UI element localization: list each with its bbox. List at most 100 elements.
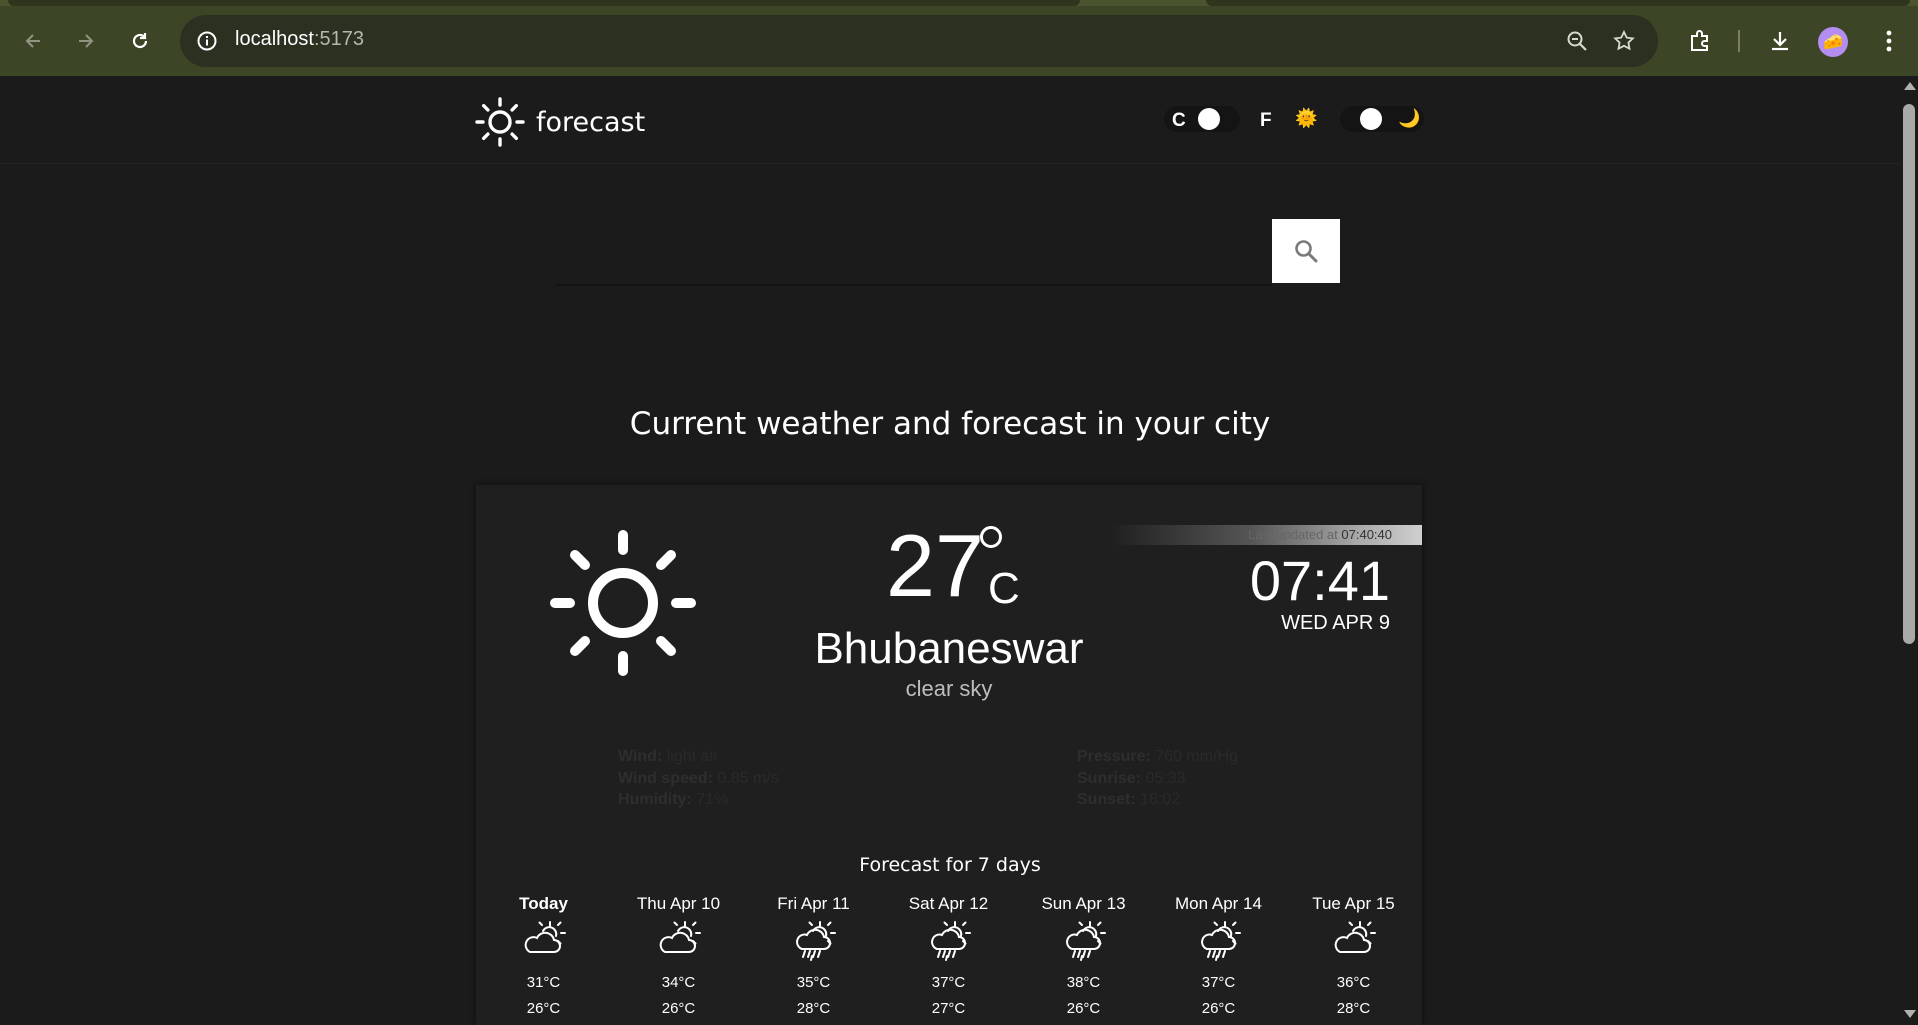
last-updated-time: 07:40:40 <box>1341 527 1392 542</box>
rain-sun-icon <box>881 918 1016 962</box>
forecast-day: Tue Apr 15 36°C 28°C <box>1286 894 1421 1017</box>
detail-value: 760 mm/Hg <box>1155 748 1238 765</box>
local-clock: 07:41 <box>1249 549 1390 612</box>
forecast-min-temp: 26°C <box>1201 1000 1236 1017</box>
forecast-min-temp: 28°C <box>1336 1000 1371 1017</box>
forecast-day-name: Sat Apr 12 <box>908 894 989 913</box>
detail-label: Wind: <box>618 748 663 765</box>
header-divider <box>0 163 1900 164</box>
detail-wind: Wind: light air <box>618 746 779 768</box>
address-bar[interactable] <box>180 15 1658 67</box>
partly-cloudy-icon <box>611 918 746 962</box>
forecast-day-name: Sun Apr 13 <box>1041 894 1126 913</box>
detail-value: light air <box>666 748 719 765</box>
details-left: Wind: light air Wind speed: 0.85 m/s Hum… <box>618 746 779 811</box>
forecast-max-temp: 34°C <box>661 974 696 991</box>
temperature-unit: C <box>988 564 1020 613</box>
detail-label: Wind speed: <box>618 769 713 787</box>
browser-tab[interactable] <box>1206 0 1910 6</box>
detail-sunrise: Sunrise: 05:33 <box>1077 768 1238 790</box>
weather-description: clear sky <box>905 676 993 701</box>
logo[interactable]: forecast <box>474 96 645 148</box>
forecast-max-temp: 31°C <box>526 974 561 991</box>
toolbar-divider <box>1738 30 1740 52</box>
scroll-up-arrow-icon[interactable] <box>1904 82 1916 90</box>
search-button[interactable] <box>1272 219 1340 283</box>
url-host: localhost <box>235 28 314 50</box>
detail-label: Humidity: <box>618 791 692 808</box>
detail-sunset: Sunset: 18:02 <box>1077 789 1238 811</box>
forecast-day-name: Tue Apr 15 <box>1312 894 1395 913</box>
detail-label: Sunset: <box>1077 791 1136 808</box>
zoom-icon[interactable] <box>1560 24 1594 58</box>
scrollbar-thumb[interactable] <box>1903 104 1915 644</box>
partly-cloudy-icon <box>1286 918 1421 962</box>
forecast-title: Forecast for 7 days <box>859 854 1041 876</box>
search-underline <box>556 284 1272 286</box>
forecast-min-temp: 27°C <box>931 1000 966 1017</box>
partly-cloudy-icon <box>476 918 611 962</box>
detail-value: 71% <box>696 791 729 808</box>
sun-logo-icon <box>475 97 525 147</box>
browser-toolbar: localhost:5173 🧀 <box>0 0 1918 76</box>
city-search-input[interactable] <box>556 220 1272 282</box>
last-updated-text: Last updated at 07:40:40 <box>1110 527 1392 542</box>
browser-tab[interactable] <box>8 0 1080 6</box>
degree-symbol <box>980 526 1002 548</box>
forecast-day-name: Today <box>519 894 568 913</box>
page-subtitle: Current weather and forecast in your cit… <box>629 406 1271 442</box>
arrow-right-icon <box>79 34 94 48</box>
extensions-icon[interactable] <box>1683 24 1717 58</box>
forecast-min-temp: 26°C <box>526 1000 561 1017</box>
theme-toggle-knob[interactable] <box>1360 108 1382 130</box>
rain-sun-icon <box>746 918 881 962</box>
city-name: Bhubaneswar <box>814 624 1084 673</box>
details-right: Pressure: 760 mm/Hg Sunrise: 05:33 Sunse… <box>1077 746 1238 811</box>
unit-toggle-knob[interactable] <box>1198 108 1220 130</box>
forecast-day-name: Mon Apr 14 <box>1175 894 1262 913</box>
detail-label: Pressure: <box>1077 748 1151 765</box>
clear-sky-icon <box>550 530 696 676</box>
current-temperature: 27 <box>886 516 984 615</box>
url-port: :5173 <box>313 28 364 50</box>
forecast-max-temp: 35°C <box>796 974 831 991</box>
forward-button[interactable] <box>67 22 105 60</box>
forecast-day-name: Fri Apr 11 <box>777 894 850 913</box>
back-button[interactable] <box>14 22 52 60</box>
detail-value: 05:33 <box>1145 769 1186 787</box>
detail-wind-speed: Wind speed: 0.85 m/s <box>618 768 779 790</box>
forecast-day: Sun Apr 13 38°C 26°C <box>1016 894 1151 1017</box>
download-icon[interactable] <box>1763 24 1797 58</box>
forecast-max-temp: 37°C <box>1201 974 1236 991</box>
sun-emoji-icon: 🌞 <box>1295 108 1318 128</box>
detail-value: 18:02 <box>1140 791 1181 808</box>
search-icon <box>1295 240 1318 263</box>
url-text[interactable]: localhost:5173 <box>235 28 364 51</box>
reload-button[interactable] <box>121 22 159 60</box>
forecast-max-temp: 38°C <box>1066 974 1101 991</box>
forecast-min-temp: 26°C <box>1066 1000 1101 1017</box>
forecast-day-name: Thu Apr 10 <box>636 894 721 913</box>
forecast-day: Fri Apr 11 35°C 28°C <box>746 894 881 1017</box>
profile-avatar[interactable]: 🧀 <box>1818 27 1848 57</box>
rain-sun-icon <box>1151 918 1286 962</box>
forecast-day: Mon Apr 14 37°C 26°C <box>1151 894 1286 1017</box>
logo-text: forecast <box>536 106 646 138</box>
detail-humidity: Humidity: 71% <box>618 789 779 811</box>
more-menu-icon[interactable] <box>1872 24 1906 58</box>
forecast-max-temp: 37°C <box>931 974 966 991</box>
forecast-day: Thu Apr 10 34°C 26°C <box>611 894 746 1017</box>
detail-label: Sunrise: <box>1077 769 1142 787</box>
rain-sun-icon <box>1016 918 1151 962</box>
site-info-icon[interactable] <box>190 24 224 58</box>
forecast-min-temp: 26°C <box>661 1000 696 1017</box>
bookmark-star-icon[interactable] <box>1607 24 1641 58</box>
forecast-max-temp: 36°C <box>1336 974 1371 991</box>
moon-emoji-icon: 🌙 <box>1398 108 1421 128</box>
scroll-down-arrow-icon[interactable] <box>1904 1010 1916 1018</box>
arrow-left-icon <box>25 34 40 48</box>
unit-c-label[interactable]: C <box>1172 110 1186 132</box>
forecast-day: Sat Apr 12 37°C 27°C <box>881 894 1016 1017</box>
unit-f-label[interactable]: F <box>1260 110 1272 132</box>
detail-pressure: Pressure: 760 mm/Hg <box>1077 746 1238 768</box>
